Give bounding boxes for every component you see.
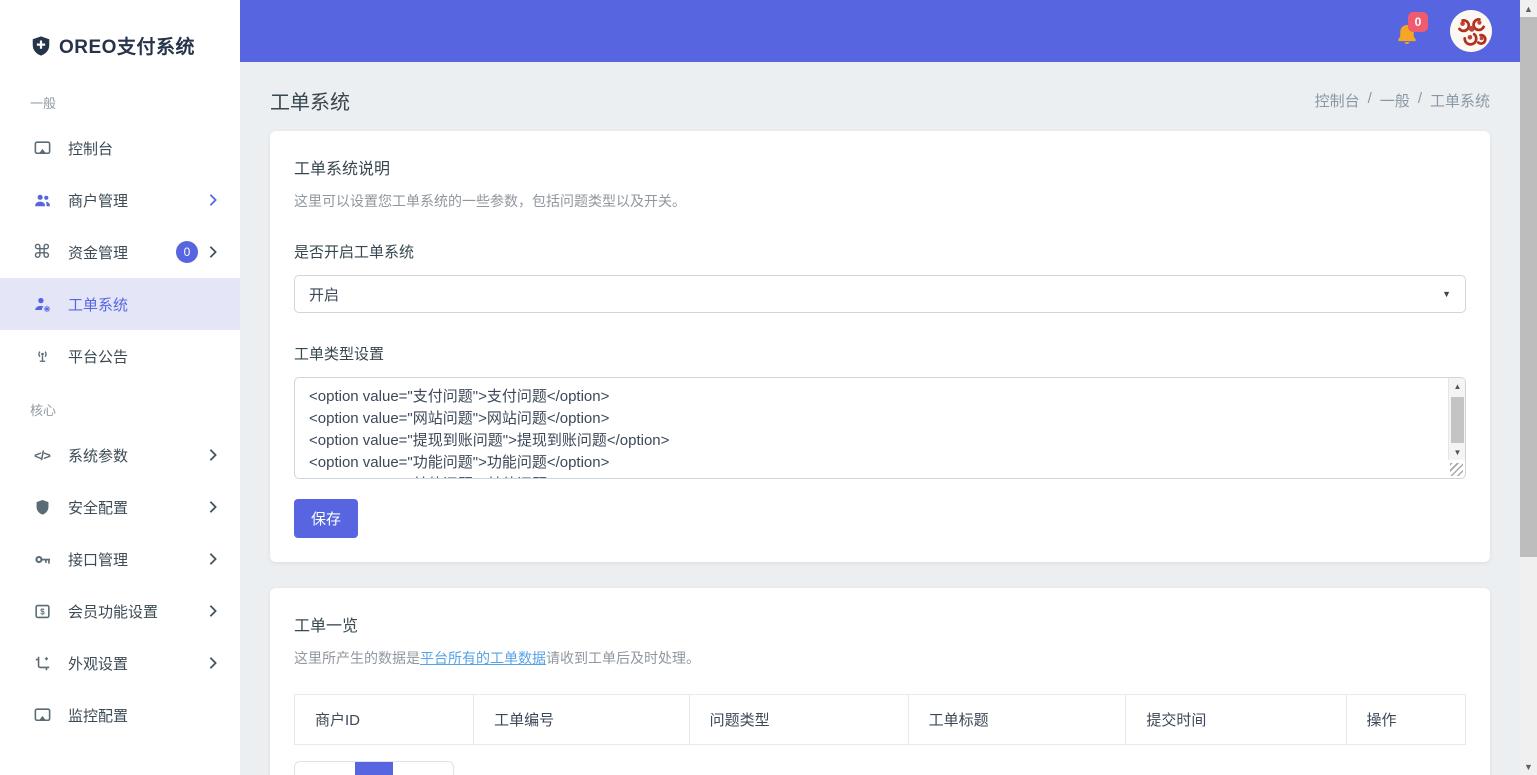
col-order-title: 工单标题 bbox=[908, 695, 1126, 745]
sidebar-item-funds[interactable]: ⌘ 资金管理 0 bbox=[0, 226, 240, 278]
textarea-resize-grip[interactable] bbox=[1450, 463, 1463, 476]
description-suffix: 请收到工单后及时处理。 bbox=[546, 650, 700, 666]
nav-section-core: 核心 bbox=[0, 400, 240, 419]
pagination-last-button[interactable]: 尾页 bbox=[393, 762, 453, 775]
scroll-down-arrow-icon[interactable]: ▼ bbox=[1520, 758, 1537, 775]
monitor-icon bbox=[30, 138, 54, 158]
scroll-up-arrow-icon[interactable]: ▲ bbox=[1520, 0, 1537, 17]
pagination-page-1-button[interactable]: 1 bbox=[355, 762, 393, 775]
sidebar-item-label: 资金管理 bbox=[68, 242, 176, 263]
workorder-settings-card: 工单系统说明 这里可以设置您工单系统的一些参数，包括问题类型以及开关。 是否开启… bbox=[270, 131, 1490, 562]
select-dropdown-arrow-icon: ▼ bbox=[1442, 289, 1451, 299]
main-area: 0 工单系统 控制台 / 一般 / 工单系统 工单系统说明 这里可以设置您工单系… bbox=[240, 0, 1520, 775]
sidebar-item-label: 平台公告 bbox=[68, 346, 218, 367]
sidebar-item-member-features[interactable]: $ 会员功能设置 bbox=[0, 585, 240, 637]
users-icon bbox=[30, 190, 54, 210]
sidebar-item-label: 监控配置 bbox=[68, 705, 218, 726]
col-order-number: 工单编号 bbox=[474, 695, 689, 745]
sidebar-item-label: 工单系统 bbox=[68, 294, 218, 315]
scroll-up-arrow-icon[interactable]: ▲ bbox=[1449, 378, 1466, 394]
broadcast-icon bbox=[30, 346, 54, 366]
chevron-right-icon bbox=[208, 448, 218, 462]
command-icon: ⌘ bbox=[30, 242, 54, 262]
workorder-types-textarea[interactable]: <option value="支付问题">支付问题</option> <opti… bbox=[295, 378, 1447, 478]
sidebar-item-merchants[interactable]: 商户管理 bbox=[0, 174, 240, 226]
chevron-right-icon bbox=[208, 604, 218, 618]
workorders-table: 商户ID 工单编号 问题类型 工单标题 提交时间 操作 bbox=[294, 694, 1466, 745]
table-header-row: 商户ID 工单编号 问题类型 工单标题 提交时间 操作 bbox=[295, 695, 1466, 745]
types-field-label: 工单类型设置 bbox=[294, 343, 1466, 364]
code-icon: </> bbox=[30, 445, 54, 465]
monitor-icon bbox=[30, 705, 54, 725]
sidebar-item-security[interactable]: 安全配置 bbox=[0, 481, 240, 533]
card-dollar-icon: $ bbox=[30, 601, 54, 621]
topbar: 0 bbox=[240, 0, 1520, 62]
brand-name: OREO支付系统 bbox=[59, 32, 195, 59]
orders-card-description: 这里所产生的数据是平台所有的工单数据请收到工单后及时处理。 bbox=[294, 648, 1466, 668]
workorder-list-card: 工单一览 这里所产生的数据是平台所有的工单数据请收到工单后及时处理。 商户ID … bbox=[270, 588, 1490, 775]
workorder-enabled-select[interactable]: 开启 ▼ bbox=[294, 275, 1466, 313]
shield-plus-icon bbox=[30, 35, 52, 57]
window-scrollbar-thumb[interactable] bbox=[1520, 17, 1537, 557]
notifications-button[interactable]: 0 bbox=[1394, 14, 1424, 48]
pagination: 首页 1 尾页 bbox=[294, 761, 454, 775]
selected-option: 开启 bbox=[309, 284, 1442, 305]
chevron-right-icon bbox=[208, 500, 218, 514]
brand[interactable]: OREO支付系统 bbox=[0, 0, 240, 59]
svg-text:$: $ bbox=[40, 607, 45, 616]
page-content: 工单系统 控制台 / 一般 / 工单系统 工单系统说明 这里可以设置您工单系统的… bbox=[240, 62, 1520, 775]
user-gear-icon bbox=[30, 294, 54, 314]
chevron-right-icon bbox=[208, 245, 218, 259]
col-actions: 操作 bbox=[1346, 695, 1465, 745]
pagination-first-button[interactable]: 首页 bbox=[295, 762, 355, 775]
breadcrumb-separator: / bbox=[1368, 90, 1372, 111]
settings-card-title: 工单系统说明 bbox=[294, 155, 1466, 179]
user-avatar[interactable] bbox=[1450, 10, 1492, 52]
funds-count-badge: 0 bbox=[176, 241, 198, 263]
nav-section-general: 一般 bbox=[0, 93, 240, 112]
workorder-types-textarea-wrap: <option value="支付问题">支付问题</option> <opti… bbox=[294, 377, 1466, 479]
settings-card-description: 这里可以设置您工单系统的一些参数，包括问题类型以及开关。 bbox=[294, 191, 1466, 211]
all-workorder-data-link[interactable]: 平台所有的工单数据 bbox=[420, 650, 546, 666]
breadcrumb: 控制台 / 一般 / 工单系统 bbox=[1315, 90, 1490, 111]
col-submit-time: 提交时间 bbox=[1126, 695, 1346, 745]
breadcrumb-general[interactable]: 一般 bbox=[1380, 90, 1410, 111]
shield-icon bbox=[30, 497, 54, 517]
save-button[interactable]: 保存 bbox=[294, 499, 358, 538]
sidebar-item-api[interactable]: 接口管理 bbox=[0, 533, 240, 585]
toggle-field-label: 是否开启工单系统 bbox=[294, 241, 1466, 262]
textarea-scrollbar[interactable]: ▲ ▼ bbox=[1448, 378, 1465, 460]
col-merchant-id: 商户ID bbox=[295, 695, 474, 745]
chevron-right-icon bbox=[208, 193, 218, 207]
page-title: 工单系统 bbox=[270, 86, 350, 115]
sidebar-item-console[interactable]: 控制台 bbox=[0, 122, 240, 174]
breadcrumb-separator: / bbox=[1418, 90, 1422, 111]
sidebar: OREO支付系统 一般 控制台 商户管理 ⌘ 资金管理 0 工单系统 平台公告 … bbox=[0, 0, 240, 775]
sidebar-item-label: 会员功能设置 bbox=[68, 601, 208, 622]
key-icon bbox=[30, 549, 54, 569]
scroll-down-arrow-icon[interactable]: ▼ bbox=[1449, 444, 1466, 460]
sidebar-item-workorders[interactable]: 工单系统 bbox=[0, 278, 240, 330]
sidebar-item-system-params[interactable]: </> 系统参数 bbox=[0, 429, 240, 481]
orders-card-title: 工单一览 bbox=[294, 612, 1466, 636]
sidebar-item-appearance[interactable]: 外观设置 bbox=[0, 637, 240, 689]
sidebar-item-label: 系统参数 bbox=[68, 445, 208, 466]
sidebar-item-monitoring[interactable]: 监控配置 bbox=[0, 689, 240, 741]
breadcrumb-console[interactable]: 控制台 bbox=[1315, 90, 1360, 111]
col-issue-type: 问题类型 bbox=[689, 695, 908, 745]
sidebar-item-label: 控制台 bbox=[68, 138, 218, 159]
sidebar-item-label: 接口管理 bbox=[68, 549, 208, 570]
sidebar-item-label: 外观设置 bbox=[68, 653, 208, 674]
chevron-right-icon bbox=[208, 552, 218, 566]
description-prefix: 这里所产生的数据是 bbox=[294, 650, 420, 666]
window-scrollbar[interactable]: ▲ ▼ bbox=[1520, 0, 1537, 775]
chevron-right-icon bbox=[208, 656, 218, 670]
sidebar-item-label: 安全配置 bbox=[68, 497, 208, 518]
textarea-scrollbar-thumb[interactable] bbox=[1451, 397, 1464, 443]
breadcrumb-current: 工单系统 bbox=[1430, 90, 1490, 111]
sidebar-item-label: 商户管理 bbox=[68, 190, 208, 211]
crop-icon bbox=[30, 653, 54, 673]
notification-count-badge: 0 bbox=[1408, 12, 1428, 32]
sidebar-item-announcements[interactable]: 平台公告 bbox=[0, 330, 240, 382]
